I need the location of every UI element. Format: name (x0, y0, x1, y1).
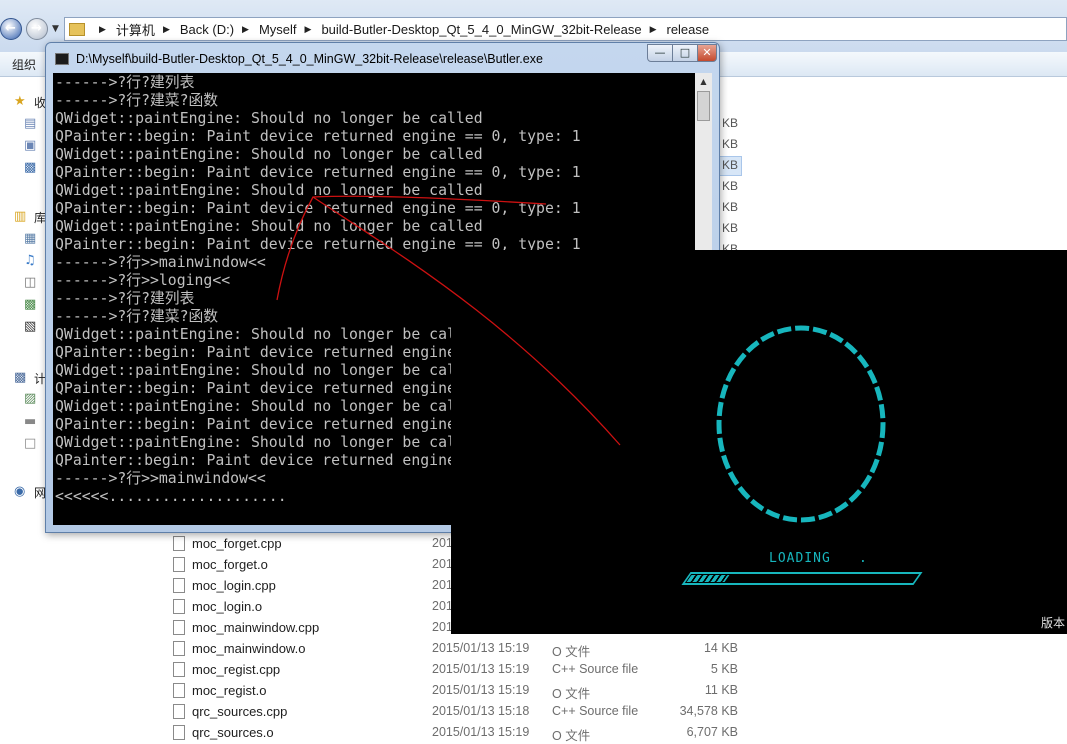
scroll-up-arrow-icon[interactable]: ▲ (695, 73, 712, 90)
forward-arrow-icon: → (31, 21, 42, 36)
size-cell: KB (722, 221, 739, 235)
back-button[interactable]: ← (0, 18, 22, 40)
loading-label: LOADING (769, 551, 831, 566)
size-cell: KB (722, 179, 739, 193)
star-icon[interactable]: ★ (14, 95, 30, 109)
file-type: O 文件 (552, 729, 591, 743)
console-titlebar[interactable]: D:\Myself\build-Butler-Desktop_Qt_5_4_0_… (46, 43, 719, 73)
chevron-right-icon[interactable]: ▶ (650, 24, 657, 35)
file-name[interactable]: moc_mainwindow.o (192, 641, 305, 656)
file-name[interactable]: moc_mainwindow.cpp (192, 620, 319, 635)
file-name[interactable]: qrc_sources.cpp (192, 704, 287, 719)
document-icon (173, 662, 185, 677)
breadcrumb-computer[interactable]: 计算机 (116, 20, 155, 39)
scroll-thumb[interactable] (697, 91, 710, 121)
console-title: D:\Myself\build-Butler-Desktop_Qt_5_4_0_… (76, 52, 543, 66)
file-name[interactable]: moc_forget.o (192, 557, 268, 572)
file-name[interactable]: moc_regist.o (192, 683, 266, 698)
documents-icon[interactable]: ▦ (24, 232, 40, 246)
file-name[interactable]: moc_forget.cpp (192, 536, 282, 551)
file-row[interactable]: moc_regist.o 2015/01/13 15:19 O 文件 11 KB (165, 681, 765, 702)
organize-menu[interactable]: 组织 (12, 56, 36, 73)
music-icon[interactable]: ♫ (24, 254, 40, 268)
file-size: 5 KB (710, 662, 738, 676)
removable-drive-icon[interactable]: □ (24, 437, 40, 451)
recent-places-icon[interactable]: ▩ (24, 161, 40, 175)
chevron-right-icon[interactable]: ▶ (99, 24, 106, 35)
minimize-button[interactable]: — (647, 44, 673, 62)
file-row[interactable]: moc_mainwindow.o 2015/01/13 15:19 O 文件 1… (165, 639, 765, 660)
file-date: 2015/01/13 15:19 (432, 662, 530, 676)
file-row[interactable]: qrc_sources.cpp 2015/01/13 15:18 C++ Sou… (165, 702, 765, 723)
breadcrumb-myself[interactable]: Myself (259, 22, 297, 37)
size-cell: KB (722, 158, 739, 172)
desktop-icon[interactable]: ▣ (24, 139, 40, 153)
navigation-pane: ★ 收 ▤ ▣ ▩ ▥ 库 ▦ ♫ ◫ ▩ ▧ ▩ 计 ▨ ▬ □ ◉ 网 (0, 77, 46, 739)
size-cell: KB (722, 200, 739, 214)
size-cell: KB (722, 137, 739, 151)
file-size: 14 KB (703, 641, 738, 655)
document-icon (173, 704, 185, 719)
file-date: 2015/01/13 15:19 (432, 641, 530, 655)
document-icon (173, 578, 185, 593)
document-icon (173, 620, 185, 635)
loading-dot: . (859, 551, 867, 566)
file-name[interactable]: qrc_sources.o (192, 725, 274, 740)
file-date: 2015/01/13 15:19 (432, 725, 530, 739)
network-icon[interactable]: ◉ (14, 485, 30, 499)
close-button[interactable]: ✕ (697, 44, 717, 62)
version-label: 版本 (1040, 616, 1065, 630)
maximize-button[interactable]: □ (672, 44, 698, 62)
file-row[interactable]: qrc_sources.o 2015/01/13 15:19 O 文件 6,70… (165, 723, 765, 744)
document-icon (173, 536, 185, 551)
breadcrumb[interactable]: ▶ 计算机 ▶ Back (D:) ▶ Myself ▶ build-Butle… (64, 17, 1067, 41)
folder-icon (69, 22, 85, 36)
file-date: 2015/01/13 15:18 (432, 704, 530, 718)
history-dropdown-icon[interactable]: ▼ (52, 24, 59, 34)
console-app-icon[interactable] (55, 53, 69, 65)
document-icon[interactable]: ◫ (24, 276, 40, 290)
file-row[interactable]: moc_regist.cpp 2015/01/13 15:19 C++ Sour… (165, 660, 765, 681)
breadcrumb-release[interactable]: release (666, 22, 709, 37)
file-size: 6,707 KB (686, 725, 738, 739)
file-name[interactable]: moc_login.cpp (192, 578, 276, 593)
forward-button[interactable]: → (26, 18, 48, 40)
chevron-right-icon[interactable]: ▶ (163, 24, 170, 35)
loading-progress-bar (681, 572, 923, 585)
library-icon[interactable]: ▥ (14, 210, 30, 224)
drive-icon[interactable]: ▬ (24, 415, 40, 429)
videos-icon[interactable]: ▧ (24, 320, 40, 334)
file-type: C++ Source file (552, 704, 639, 718)
file-type: O 文件 (552, 645, 591, 659)
file-name[interactable]: moc_regist.cpp (192, 662, 280, 677)
file-type: O 文件 (552, 687, 591, 701)
file-name[interactable]: moc_login.o (192, 599, 262, 614)
file-size: 11 KB (704, 683, 738, 697)
document-icon (173, 725, 185, 740)
file-date: 2015/01/13 15:19 (432, 683, 530, 697)
downloads-icon[interactable]: ▤ (24, 117, 40, 131)
butler-loading-splash: LOADING . 版本 (451, 250, 1067, 634)
pictures-icon[interactable]: ▩ (24, 298, 40, 312)
breadcrumb-drive[interactable]: Back (D:) (180, 22, 234, 37)
back-arrow-icon: ← (5, 21, 16, 36)
file-type: C++ Source file (552, 662, 639, 676)
drive-windows-icon[interactable]: ▨ (24, 392, 40, 406)
document-icon (173, 641, 185, 656)
file-size: 34,578 KB (679, 704, 738, 718)
chevron-right-icon[interactable]: ▶ (242, 24, 249, 35)
chevron-right-icon[interactable]: ▶ (305, 24, 312, 35)
breadcrumb-build-folder[interactable]: build-Butler-Desktop_Qt_5_4_0_MinGW_32bi… (321, 22, 641, 37)
loading-progress-fill (686, 575, 730, 582)
size-cell: KB (722, 116, 739, 130)
document-icon (173, 683, 185, 698)
document-icon (173, 557, 185, 572)
document-icon (173, 599, 185, 614)
computer-icon[interactable]: ▩ (14, 371, 30, 385)
